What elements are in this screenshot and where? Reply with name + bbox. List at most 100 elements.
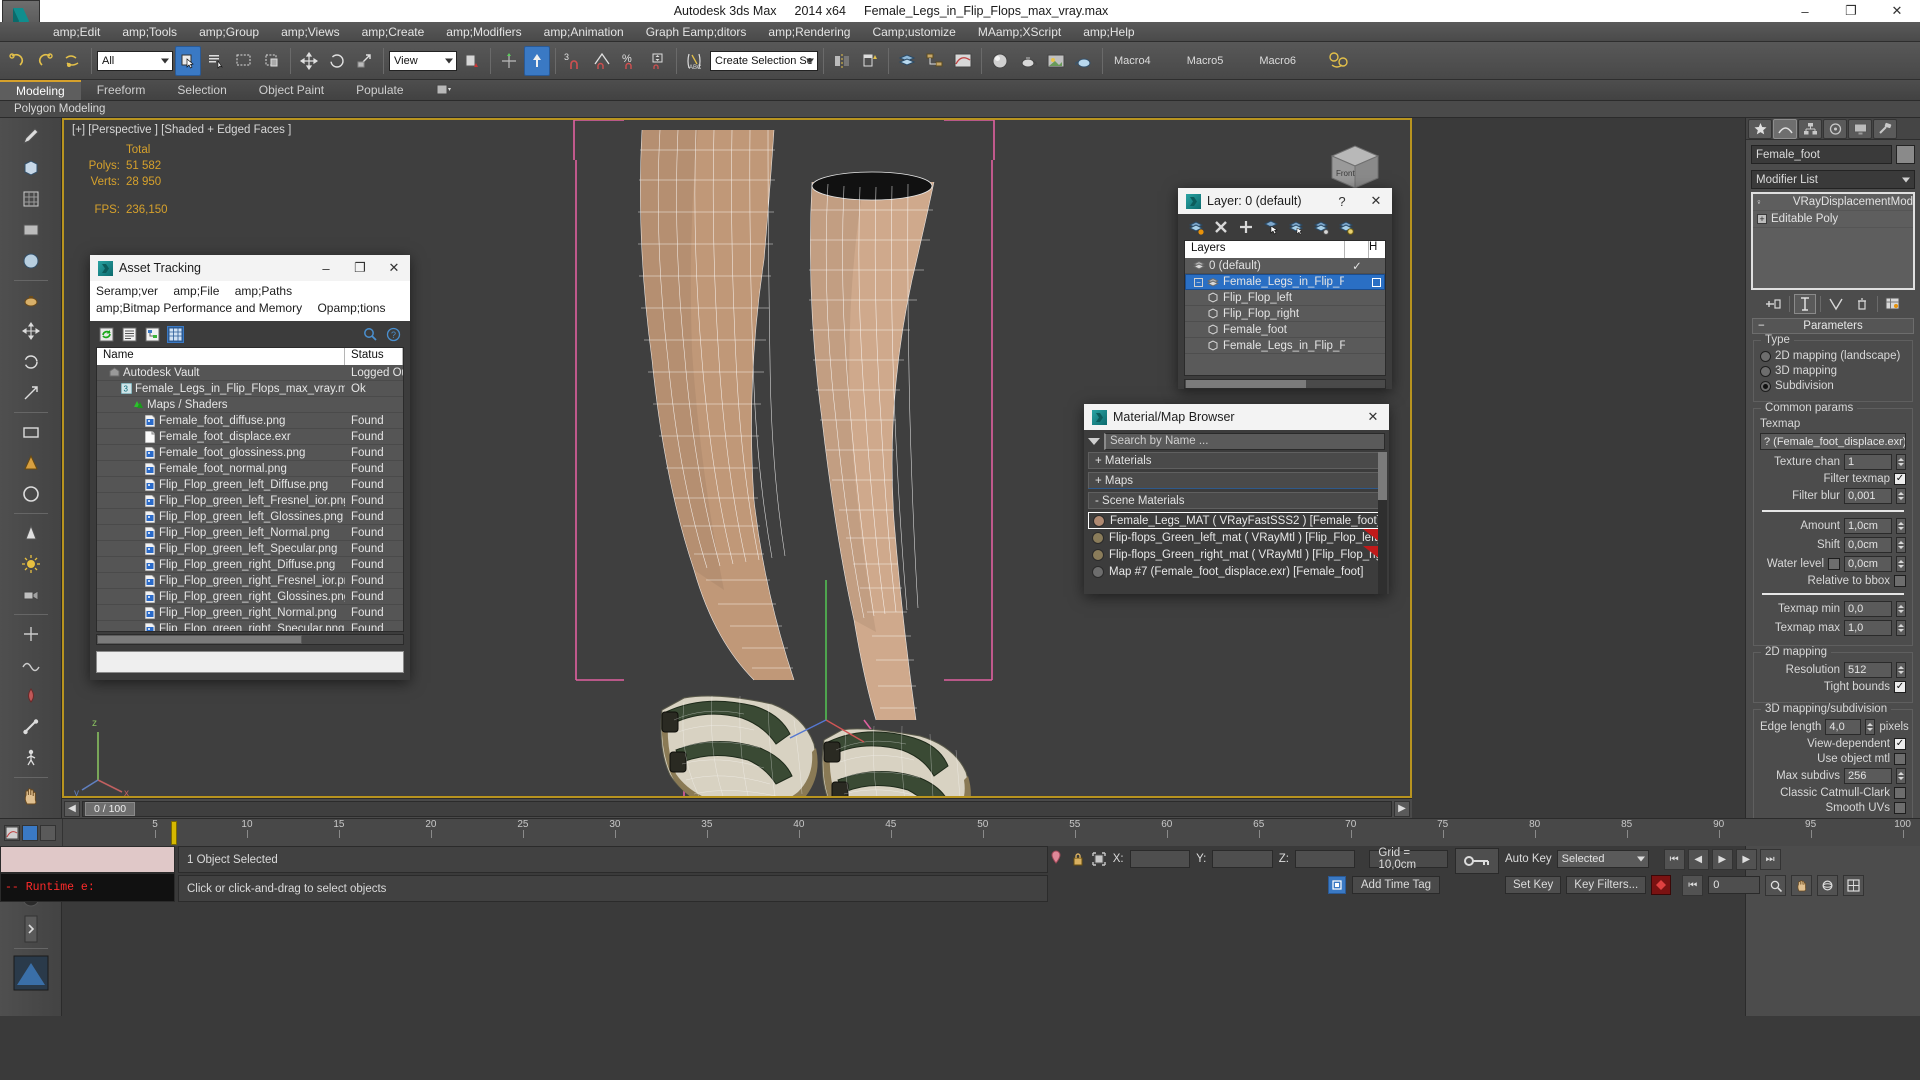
menu-item-rendering[interactable]: amp;Rendering [757, 23, 861, 41]
absolute-relative-toggle[interactable] [1048, 850, 1065, 868]
layer-scrollbar-thumb[interactable] [1186, 380, 1306, 388]
resolution-spinner[interactable] [1896, 662, 1906, 678]
add-time-tag-button[interactable]: Add Time Tag [1351, 876, 1440, 894]
track-view-toggle-button[interactable] [22, 824, 38, 841]
modifier-stack[interactable]: VRayDisplacementMod + Editable Poly [1751, 192, 1915, 290]
menu-item-animation[interactable]: amp;Animation [533, 23, 635, 41]
camera-target-button[interactable] [16, 580, 46, 610]
layer-table-row[interactable]: Flip_Flop_left [1185, 290, 1385, 306]
maximize-viewport-button[interactable] [1843, 874, 1865, 896]
asset-scrollbar-thumb[interactable] [97, 635, 302, 644]
layer-close-button[interactable]: ✕ [1362, 188, 1390, 214]
select-objects-in-layer-button[interactable] [1263, 219, 1279, 235]
asset-table-row[interactable]: Female_foot_normal.png Found [97, 461, 403, 477]
menu-item-views[interactable]: amp;Views [270, 23, 350, 41]
ribbon-options-button[interactable] [420, 80, 468, 100]
asset-tracking-table[interactable]: Name Status Autodesk Vault Logged Out ...… [96, 347, 404, 632]
rectangle-tool-button[interactable] [16, 417, 46, 447]
cone-light-button[interactable] [16, 518, 46, 548]
layer-column-layers[interactable]: Layers [1185, 241, 1345, 258]
sphere-tool-button[interactable] [16, 246, 46, 276]
layer-table[interactable]: Layers H 0 (default) ✓ − Female_Legs_in_Fli… [1184, 240, 1386, 376]
maxscript-output-pane[interactable]: -- Runtime e: [0, 873, 175, 902]
menu-item-tools[interactable]: amp;Tools [111, 23, 188, 41]
stack-item-vray-displacement[interactable]: VRayDisplacementMod [1753, 194, 1913, 211]
asset-refresh-button[interactable] [98, 326, 115, 343]
asset-table-row[interactable]: Flip_Flop_green_left_Diffuse.png Found [97, 477, 403, 493]
lock-selection-button[interactable] [1071, 852, 1086, 866]
asset-table-row[interactable]: Female_foot_glossiness.png Found [97, 445, 403, 461]
current-frame-field[interactable]: 0 [1708, 876, 1761, 894]
tight-bounds-checkbox[interactable]: ✓ [1894, 681, 1906, 693]
asset-table-row[interactable]: Female_foot_displace.exr Found [97, 429, 403, 445]
delete-layer-button[interactable] [1213, 219, 1229, 235]
angle-snap-button[interactable] [589, 46, 615, 76]
add-to-layer-button[interactable] [1238, 219, 1254, 235]
menu-item-graph-editors[interactable]: Graph Eamp;ditors [635, 23, 758, 41]
asset-tracking-maximize-button[interactable]: ❐ [346, 255, 374, 281]
asset-table-row[interactable]: Maps / Shaders [97, 397, 403, 413]
timeline-ruler[interactable]: 5 10 15 20 25 30 35 40 45 50 55 60 65 70 75 80 85 90 95 100 [62, 819, 1920, 846]
snap-toggle-button[interactable] [524, 45, 550, 76]
asset-column-name[interactable]: Name [97, 348, 345, 365]
asset-menu-options[interactable]: Opamp;tions [317, 301, 385, 315]
play-animation-button[interactable]: ▶ [1711, 848, 1733, 870]
texmap-min-field[interactable]: 0,0 [1844, 601, 1892, 617]
track-bar-options-button[interactable] [40, 824, 56, 841]
search-dropdown-icon[interactable] [1088, 437, 1100, 445]
menu-item-modifiers[interactable]: amp;Modifiers [435, 23, 532, 41]
layer-table-row[interactable]: − Female_Legs_in_Flip_Flops [1185, 274, 1385, 290]
ribbon-tab-modeling[interactable]: Modeling [0, 80, 81, 100]
select-object-button[interactable] [175, 45, 201, 76]
layer-properties-button[interactable] [1338, 219, 1354, 235]
grid-tool-button[interactable] [16, 184, 46, 214]
texmap-button[interactable]: ? (Female_foot_displace.exr) [1760, 433, 1906, 450]
asset-table-view-button[interactable] [167, 325, 184, 343]
create-new-layer-button[interactable] [1188, 219, 1204, 235]
z-coordinate-field[interactable] [1294, 850, 1356, 868]
percent-snap-button[interactable]: % [617, 46, 643, 76]
maximize-button[interactable]: ❐ [1828, 0, 1874, 22]
menu-item-edit[interactable]: amp;Edit [42, 23, 111, 41]
max-subdivs-field[interactable]: 256 [1844, 768, 1892, 784]
layer-horizontal-scrollbar[interactable] [1184, 379, 1386, 389]
maxscript-input-pane[interactable] [0, 846, 175, 873]
maxscript-listener[interactable]: -- Runtime e: [0, 846, 175, 902]
asset-table-row[interactable]: Female_foot_diffuse.png Found [97, 413, 403, 429]
texmap-min-spinner[interactable] [1896, 601, 1906, 617]
snap-3d-button[interactable]: 3 [561, 46, 587, 76]
hand-tool-button[interactable] [16, 782, 46, 812]
set-key-mode-button[interactable] [1455, 848, 1499, 874]
material-editor-button[interactable] [987, 46, 1013, 76]
orbit-view-button[interactable] [1817, 874, 1839, 896]
align-button[interactable] [857, 46, 883, 76]
circle-tool-button[interactable] [16, 479, 46, 509]
view-dependent-checkbox[interactable]: ✓ [1894, 738, 1906, 750]
asset-menu-file[interactable]: amp;File [173, 284, 219, 298]
asset-table-row[interactable]: Flip_Flop_green_right_Normal.png Found [97, 605, 403, 621]
asset-table-row[interactable]: Flip_Flop_green_right_Glossines.png Found [97, 589, 403, 605]
material-scrollbar-thumb[interactable] [1378, 452, 1387, 500]
time-slider-next-button[interactable]: ▶ [1394, 800, 1410, 817]
menu-item-maxscript[interactable]: MAamp;XScript [967, 23, 1072, 41]
render-production-button[interactable] [1071, 46, 1097, 76]
omni-light-button[interactable] [16, 549, 46, 579]
asset-table-row[interactable]: Flip_Flop_green_right_Fresnel_ior.png Fou… [97, 573, 403, 589]
menu-item-customize[interactable]: Camp;ustomize [861, 23, 966, 41]
ribbon-tab-populate[interactable]: Populate [340, 80, 419, 100]
biped-tool-button[interactable] [16, 743, 46, 773]
open-mini-curve-editor-button[interactable] [4, 824, 20, 841]
asset-tracking-dialog[interactable]: Asset Tracking – ❐ ✕ Seramp;ver amp;File… [90, 255, 410, 680]
key-filters-button[interactable]: Key Filters... [1566, 876, 1647, 894]
asset-tracking-minimize-button[interactable]: – [312, 255, 340, 281]
asset-table-row[interactable]: Flip_Flop_green_left_Specular.png Found [97, 541, 403, 557]
macro-label-5[interactable]: Macro5 [1181, 55, 1230, 67]
animation-filter-combo[interactable]: Selected [1556, 850, 1649, 868]
scale-tool-button[interactable] [16, 378, 46, 408]
catmull-clark-checkbox[interactable] [1894, 787, 1906, 799]
undo-button[interactable] [4, 46, 30, 76]
texmap-max-field[interactable]: 1,0 [1844, 620, 1892, 636]
water-level-field[interactable]: 0,0cm [1844, 556, 1892, 572]
layer-column-hide[interactable] [1345, 241, 1369, 258]
type-option-3d-mapping[interactable]: 3D mapping [1760, 365, 1906, 377]
